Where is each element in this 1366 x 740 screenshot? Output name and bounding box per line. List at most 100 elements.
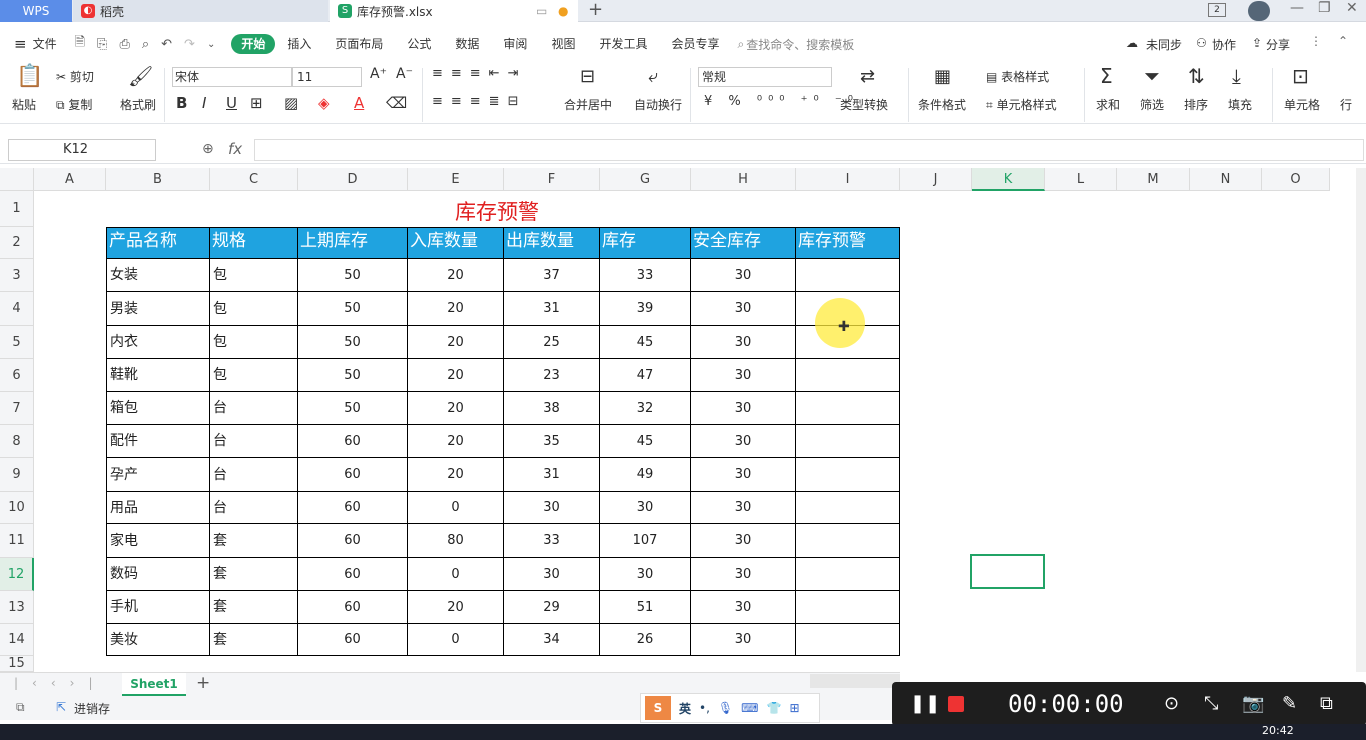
keyboard-icon[interactable]: ⌨: [741, 701, 758, 715]
menu-file[interactable]: 文件: [27, 33, 69, 55]
conditional-format-icon[interactable]: ▦: [934, 66, 951, 87]
table-cell[interactable]: 20: [408, 359, 504, 392]
table-header-cell[interactable]: 产品名称: [106, 227, 210, 259]
wrap-icon[interactable]: ⤶: [648, 66, 658, 87]
table-cell[interactable]: 20: [408, 326, 504, 359]
table-header-cell[interactable]: 库存预警: [796, 227, 900, 259]
sheet-nav-icons[interactable]: |‹‹›|: [14, 676, 106, 690]
window-count-badge[interactable]: 2: [1208, 3, 1226, 17]
table-cell[interactable]: 0: [408, 624, 504, 656]
row-header-9[interactable]: 9: [0, 458, 34, 492]
column-header-b[interactable]: B: [106, 168, 210, 191]
row-header-13[interactable]: 13: [0, 591, 34, 624]
column-header-n[interactable]: N: [1190, 168, 1262, 191]
table-cell[interactable]: 50: [298, 359, 408, 392]
column-header-d[interactable]: D: [298, 168, 408, 191]
table-cell[interactable]: 30: [691, 458, 796, 492]
mic-icon[interactable]: 🎙: [718, 701, 733, 715]
table-cell[interactable]: 30: [691, 359, 796, 392]
table-cell[interactable]: 30: [691, 292, 796, 326]
table-cell[interactable]: 20: [408, 259, 504, 292]
cut-button[interactable]: ✂ 剪切: [56, 68, 94, 85]
wrap-text-button[interactable]: 自动换行: [634, 96, 682, 113]
merge-center-button[interactable]: 合并居中: [564, 96, 612, 113]
table-cell[interactable]: 33: [600, 259, 691, 292]
window-icon[interactable]: ⧉: [1320, 693, 1333, 714]
brush-icon[interactable]: 🖌: [128, 64, 153, 88]
column-header-e[interactable]: E: [408, 168, 504, 191]
table-cell[interactable]: 套: [210, 624, 298, 656]
number-format-select[interactable]: 常规: [698, 67, 832, 87]
number-format-icons[interactable]: ¥ % ⁰⁰⁰ ⁺⁰ ⁻⁰: [704, 94, 859, 109]
table-cell[interactable]: 套: [210, 524, 298, 558]
table-cell[interactable]: 30: [600, 492, 691, 524]
row-header-15[interactable]: 15: [0, 656, 34, 672]
status-undo-label[interactable]: 进销存: [74, 700, 110, 717]
column-header-k[interactable]: K: [972, 168, 1045, 191]
format-painter-button[interactable]: 格式刷: [120, 96, 156, 113]
toolbox-icon[interactable]: ⊞: [789, 701, 799, 715]
sogou-icon[interactable]: S: [645, 696, 671, 720]
table-cell[interactable]: [796, 425, 900, 458]
table-cell[interactable]: 用品: [106, 492, 210, 524]
menu-start[interactable]: 开始: [231, 34, 276, 54]
cell-style-button[interactable]: ⌗ 单元格样式: [986, 96, 1057, 113]
merge-icon[interactable]: ⊟: [580, 66, 595, 87]
restore-icon[interactable]: ❐: [1318, 0, 1331, 16]
table-cell[interactable]: 内衣: [106, 326, 210, 359]
table-cell[interactable]: 30: [691, 326, 796, 359]
eraser-icon[interactable]: ⌫: [386, 94, 407, 112]
horizontal-scrollbar[interactable]: [810, 674, 900, 688]
table-cell[interactable]: 107: [600, 524, 691, 558]
sheet-title[interactable]: 库存预警: [455, 196, 539, 226]
row-header-5[interactable]: 5: [0, 326, 34, 359]
table-cell[interactable]: 60: [298, 492, 408, 524]
table-cell[interactable]: [796, 524, 900, 558]
filter-button[interactable]: 筛选: [1140, 96, 1164, 113]
row-header-8[interactable]: 8: [0, 425, 34, 458]
table-header-cell[interactable]: 库存: [600, 227, 691, 259]
table-cell[interactable]: 包: [210, 259, 298, 292]
table-cell[interactable]: [796, 624, 900, 656]
table-header-cell[interactable]: 规格: [210, 227, 298, 259]
table-cell[interactable]: 37: [504, 259, 600, 292]
vertical-align-icons[interactable]: ≡≡≡⇤⇥: [432, 66, 526, 81]
table-cell[interactable]: 30: [691, 524, 796, 558]
table-cell[interactable]: 30: [504, 558, 600, 591]
table-cell[interactable]: 25: [504, 326, 600, 359]
table-cell[interactable]: 60: [298, 591, 408, 624]
filter-icon[interactable]: ⏷: [1144, 64, 1160, 88]
table-cell[interactable]: 20: [408, 458, 504, 492]
undo-icon[interactable]: ↶: [161, 37, 172, 52]
collapse-ribbon-icon[interactable]: ⌃: [1338, 34, 1348, 48]
table-cell[interactable]: 45: [600, 425, 691, 458]
camera-icon[interactable]: 📷: [1242, 693, 1264, 714]
table-cell[interactable]: 鞋靴: [106, 359, 210, 392]
table-cell[interactable]: 20: [408, 392, 504, 425]
pen-icon[interactable]: ✎: [1282, 693, 1297, 714]
row-col-button[interactable]: 行: [1340, 96, 1352, 113]
selected-cell-k12[interactable]: [970, 554, 1045, 589]
table-cell[interactable]: 31: [504, 292, 600, 326]
table-header-cell[interactable]: 出库数量: [504, 227, 600, 259]
row-header-3[interactable]: 3: [0, 259, 34, 292]
table-cell[interactable]: 套: [210, 591, 298, 624]
select-all-corner[interactable]: [0, 168, 34, 191]
table-cell[interactable]: [796, 558, 900, 591]
table-cell[interactable]: 30: [600, 558, 691, 591]
table-cell[interactable]: 0: [408, 492, 504, 524]
clock[interactable]: 20:42: [1262, 724, 1294, 737]
fill-color-icon[interactable]: ◈: [318, 94, 330, 112]
decrease-font-icon[interactable]: A⁻: [396, 66, 413, 82]
table-cell[interactable]: 51: [600, 591, 691, 624]
table-cell[interactable]: 0: [408, 558, 504, 591]
redo-icon[interactable]: ↷: [184, 37, 195, 52]
table-cell[interactable]: [796, 591, 900, 624]
menu-page-layout[interactable]: 页面布局: [323, 33, 395, 55]
convert-icon[interactable]: ⇄: [860, 66, 875, 87]
cell-button[interactable]: 单元格: [1284, 96, 1320, 113]
hamburger-icon[interactable]: ≡: [14, 35, 27, 53]
minimize-icon[interactable]: —: [1290, 0, 1304, 16]
underline-icon[interactable]: U: [226, 94, 237, 112]
table-cell[interactable]: 30: [691, 425, 796, 458]
